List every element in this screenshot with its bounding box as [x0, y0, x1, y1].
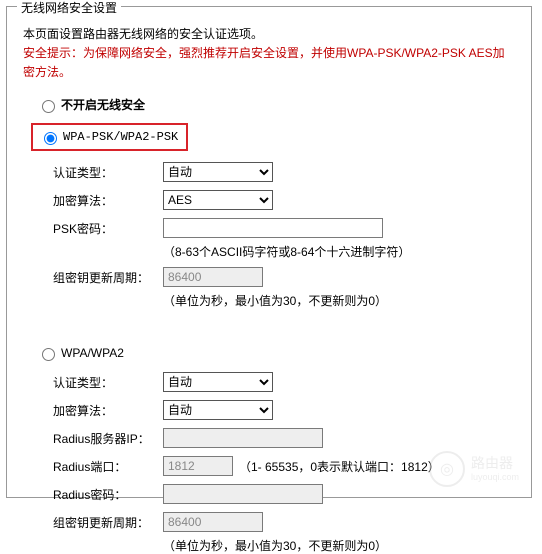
wpa-cycle-input[interactable] [163, 512, 263, 532]
wpa-radius-ip-label: Radius服务器IP： [53, 430, 163, 447]
wpapsk-cycle-label: 组密钥更新周期： [53, 269, 163, 286]
row-wpa-radius-port: Radius端口： （1- 65535，0表示默认端口：1812） [53, 455, 515, 477]
row-wpapsk-cycle: 组密钥更新周期： [53, 266, 515, 288]
row-wpa-radius-ip: Radius服务器IP： [53, 427, 515, 449]
wpapsk-cycle-input[interactable] [163, 267, 263, 287]
wpapsk-psk-input[interactable] [163, 218, 383, 238]
wpapsk-psk-hint: （8-63个ASCII码字符或8-64个十六进制字符） [163, 243, 515, 260]
wpa-cycle-hint: （单位为秒，最小值为30，不更新则为0） [163, 537, 515, 554]
wpapsk-auth-label: 认证类型： [53, 164, 163, 181]
radio-wpa[interactable] [42, 348, 55, 361]
wpa-radius-pwd-input[interactable] [163, 484, 323, 504]
wpa-auth-label: 认证类型： [53, 374, 163, 391]
wpa-radius-port-label: Radius端口： [53, 458, 163, 475]
row-wpapsk-auth: 认证类型： 自动 [53, 161, 515, 183]
wpa-radius-ip-input[interactable] [163, 428, 323, 448]
row-wpa-cipher: 加密算法： 自动 [53, 399, 515, 421]
row-wpa-radius-pwd: Radius密码： [53, 483, 515, 505]
row-wpapsk-psk: PSK密码： [53, 217, 515, 239]
row-wpa-cycle: 组密钥更新周期： [53, 511, 515, 533]
radio-disable-security[interactable] [42, 100, 55, 113]
intro-text: 本页面设置路由器无线网络的安全认证选项。 [23, 25, 515, 42]
wpa-radius-port-hint: （1- 65535，0表示默认端口：1812） [239, 458, 440, 475]
wpa-radius-pwd-label: Radius密码： [53, 486, 163, 503]
wpa-auth-select[interactable]: 自动 [163, 372, 273, 392]
wpapsk-psk-label: PSK密码： [53, 220, 163, 237]
wpapsk-auth-select[interactable]: 自动 [163, 162, 273, 182]
wpapsk-cipher-label: 加密算法： [53, 192, 163, 209]
radio-row-none: 不开启无线安全 [37, 96, 515, 113]
radio-row-wpa: WPA/WPA2 [37, 345, 515, 361]
wpa-psk-highlight-box: WPA-PSK/WPA2-PSK [31, 123, 188, 151]
row-wpa-auth: 认证类型： 自动 [53, 371, 515, 393]
wpa-cipher-select[interactable]: 自动 [163, 400, 273, 420]
radio-disable-security-label: 不开启无线安全 [61, 96, 145, 113]
wpapsk-cycle-hint: （单位为秒，最小值为30，不更新则为0） [163, 292, 515, 309]
wpa-cipher-label: 加密算法： [53, 402, 163, 419]
radio-wpa-label: WPA/WPA2 [61, 346, 124, 360]
panel-title: 无线网络安全设置 [17, 0, 121, 16]
wpa-cycle-label: 组密钥更新周期： [53, 514, 163, 531]
security-settings-panel: 无线网络安全设置 本页面设置路由器无线网络的安全认证选项。 安全提示：为保障网络… [6, 6, 532, 498]
security-warning: 安全提示：为保障网络安全，强烈推荐开启安全设置，并使用WPA-PSK/WPA2-… [23, 44, 515, 82]
wpapsk-cipher-select[interactable]: AES [163, 190, 273, 210]
row-wpapsk-cipher: 加密算法： AES [53, 189, 515, 211]
radio-wpa-psk[interactable] [44, 132, 57, 145]
wpa-radius-port-input[interactable] [163, 456, 233, 476]
radio-wpa-psk-label: WPA-PSK/WPA2-PSK [63, 130, 178, 144]
